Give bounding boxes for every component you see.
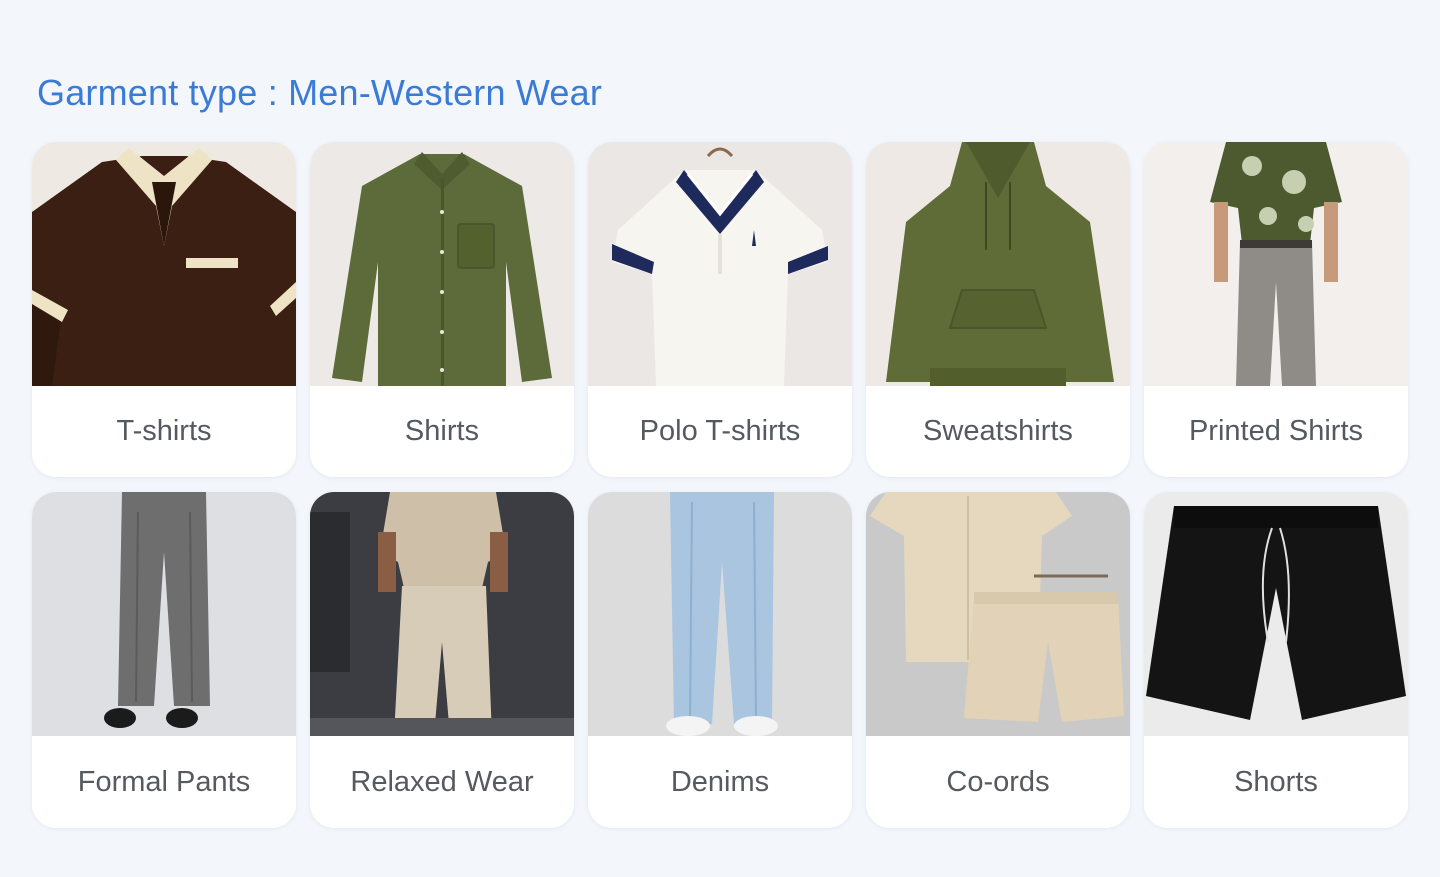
brown-polo-tshirt-image <box>32 142 296 386</box>
category-card-relaxed-wear[interactable]: Relaxed Wear <box>310 492 574 828</box>
category-card-shirts[interactable]: Shirts <box>310 142 574 477</box>
beige-relaxed-wear-image <box>310 492 574 736</box>
category-card-printed-shirts[interactable]: Printed Shirts <box>1144 142 1408 477</box>
category-card-shorts[interactable]: Shorts <box>1144 492 1408 828</box>
printed-shirt-model-image <box>1144 142 1408 386</box>
grey-formal-pants-image <box>32 492 296 736</box>
category-label: Co-ords <box>946 765 1050 798</box>
light-denim-jeans-image <box>588 492 852 736</box>
category-card-sweatshirts[interactable]: Sweatshirts <box>866 142 1130 477</box>
category-label: Sweatshirts <box>923 414 1073 447</box>
category-label: T-shirts <box>116 414 212 447</box>
category-card-co-ords[interactable]: Co-ords <box>866 492 1130 828</box>
category-label: Formal Pants <box>77 765 251 798</box>
category-label: Relaxed Wear <box>350 765 534 798</box>
page-title: Garment type : Men-Western Wear <box>37 72 603 113</box>
category-label: Printed Shirts <box>1188 414 1364 447</box>
black-shorts-image <box>1144 492 1408 736</box>
olive-shirt-image <box>310 142 574 386</box>
white-polo-image <box>588 142 852 386</box>
category-label: Denims <box>670 765 770 798</box>
category-label: Shorts <box>1234 765 1318 798</box>
category-card-tshirts[interactable]: T-shirts <box>32 142 296 477</box>
beige-coord-set-image <box>866 492 1130 736</box>
category-label: Shirts <box>404 414 480 447</box>
category-label: Polo T-shirts <box>639 414 801 447</box>
category-card-denims[interactable]: Denims <box>588 492 852 828</box>
category-card-polo-tshirts[interactable]: Polo T-shirts <box>588 142 852 477</box>
olive-hoodie-image <box>866 142 1130 386</box>
category-card-formal-pants[interactable]: Formal Pants <box>32 492 296 828</box>
